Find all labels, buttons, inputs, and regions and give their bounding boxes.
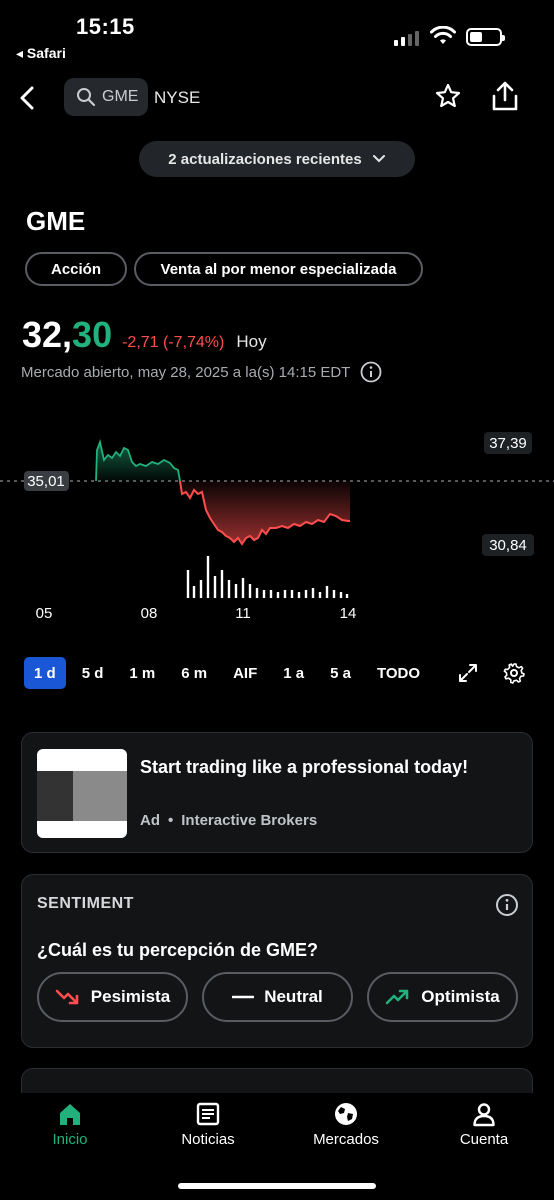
trend-up-icon <box>385 989 409 1005</box>
recent-updates-label: 2 actualizaciones recientes <box>168 150 362 168</box>
tag-industry[interactable]: Venta al por menor especializada <box>134 252 423 286</box>
low-label: 30,84 <box>489 537 527 554</box>
range-1m[interactable]: 1 m <box>119 657 165 689</box>
user-icon <box>473 1103 495 1127</box>
ad-separator: • <box>168 812 174 829</box>
info-icon[interactable] <box>495 893 519 917</box>
ad-meta: Ad • Interactive Brokers <box>140 812 317 829</box>
sentiment-title: SENTIMENT <box>37 895 134 912</box>
neutral-label: Neutral <box>264 987 323 1006</box>
price-integer: 32, <box>22 314 73 355</box>
ad-sponsor: Interactive Brokers <box>181 812 318 829</box>
top-nav: GME NYSE <box>0 78 554 118</box>
tab-home-label: Inicio <box>52 1131 88 1148</box>
high-label: 37,39 <box>489 435 527 452</box>
status-time: 15:15 <box>76 14 135 39</box>
ad-card[interactable]: Start trading like a professional today!… <box>21 732 533 853</box>
price-chart[interactable]: 35,01 37,39 30,84 05 08 11 14 <box>0 420 554 630</box>
recent-updates-button[interactable]: 2 actualizaciones recientes <box>139 141 415 177</box>
price-decimal: 30 <box>72 314 113 355</box>
range-1d[interactable]: 1 d <box>24 657 66 689</box>
news-icon <box>196 1102 220 1126</box>
sentiment-card: SENTIMENT ¿Cuál es tu percepción de GME?… <box>21 874 533 1048</box>
range-ytd[interactable]: AIF <box>223 657 267 689</box>
tab-markets[interactable]: Mercados <box>286 1101 406 1148</box>
tag-stock-type[interactable]: Acción <box>25 252 127 286</box>
globe-icon <box>335 1103 357 1125</box>
tab-account-label: Cuenta <box>459 1131 509 1148</box>
prev-close-label: 35,01 <box>27 473 65 490</box>
ad-title: Start trading like a professional today! <box>140 757 469 777</box>
sentiment-question: ¿Cuál es tu percepción de GME? <box>37 940 319 960</box>
share-icon[interactable] <box>490 80 520 112</box>
tab-news[interactable]: Noticias <box>148 1101 268 1148</box>
period-label: Hoy <box>236 332 267 351</box>
range-5y[interactable]: 5 a <box>320 657 361 689</box>
bearish-button[interactable]: Pesimista <box>37 972 188 1022</box>
neutral-button[interactable]: Neutral <box>202 972 353 1022</box>
price-row: 32, 30 -2,71 (-7,74%) Hoy <box>22 314 267 356</box>
trend-down-icon <box>55 989 79 1005</box>
info-icon[interactable] <box>360 361 382 383</box>
bullish-button[interactable]: Optimista <box>367 972 518 1022</box>
market-status-text: Mercado abierto, may 28, 2025 a la(s) 14… <box>21 363 351 381</box>
tab-home[interactable]: Inicio <box>10 1101 130 1148</box>
x-tick-14: 14 <box>340 605 357 622</box>
exchange-label: NYSE <box>154 88 201 107</box>
range-6m[interactable]: 6 m <box>171 657 217 689</box>
wifi-icon <box>430 26 456 44</box>
market-status: Mercado abierto, may 28, 2025 a la(s) 14… <box>21 361 382 383</box>
tab-markets-label: Mercados <box>313 1131 379 1148</box>
status-bar: 15:15 ◂ Safari <box>0 0 554 70</box>
price-change: -2,71 (-7,74%) <box>122 334 225 351</box>
home-indicator <box>178 1183 376 1189</box>
ticker-title: GME <box>26 206 86 236</box>
search-button[interactable]: GME <box>64 78 148 116</box>
battery-icon <box>466 28 505 46</box>
range-5d[interactable]: 5 d <box>72 657 114 689</box>
cellular-signal-icon <box>394 30 419 46</box>
search-text: GME <box>102 88 139 105</box>
tab-news-label: Noticias <box>181 1131 235 1148</box>
back-arrow-icon[interactable] <box>14 80 42 116</box>
expand-icon[interactable] <box>458 663 478 683</box>
range-1y[interactable]: 1 a <box>273 657 314 689</box>
bullish-label: Optimista <box>421 987 500 1006</box>
tab-account[interactable]: Cuenta <box>424 1101 544 1148</box>
home-icon <box>60 1104 80 1125</box>
search-icon <box>77 88 96 107</box>
back-to-safari-link[interactable]: ◂ Safari <box>16 45 66 62</box>
minus-icon <box>232 995 255 999</box>
x-tick-11: 11 <box>235 605 251 622</box>
gear-icon[interactable] <box>503 662 525 684</box>
loss-area <box>180 481 350 544</box>
volume-bars <box>186 556 349 598</box>
star-icon[interactable] <box>434 82 462 110</box>
x-tick-05: 05 <box>36 605 53 622</box>
range-all[interactable]: TODO <box>367 657 430 689</box>
bearish-label: Pesimista <box>90 987 171 1006</box>
chevron-down-icon <box>372 155 385 163</box>
ad-thumbnail <box>37 749 127 838</box>
x-tick-08: 08 <box>141 605 158 622</box>
ad-label: Ad <box>140 812 160 829</box>
time-range-selector: 1 d 5 d 1 m 6 m AIF 1 a 5 a TODO <box>24 657 436 689</box>
